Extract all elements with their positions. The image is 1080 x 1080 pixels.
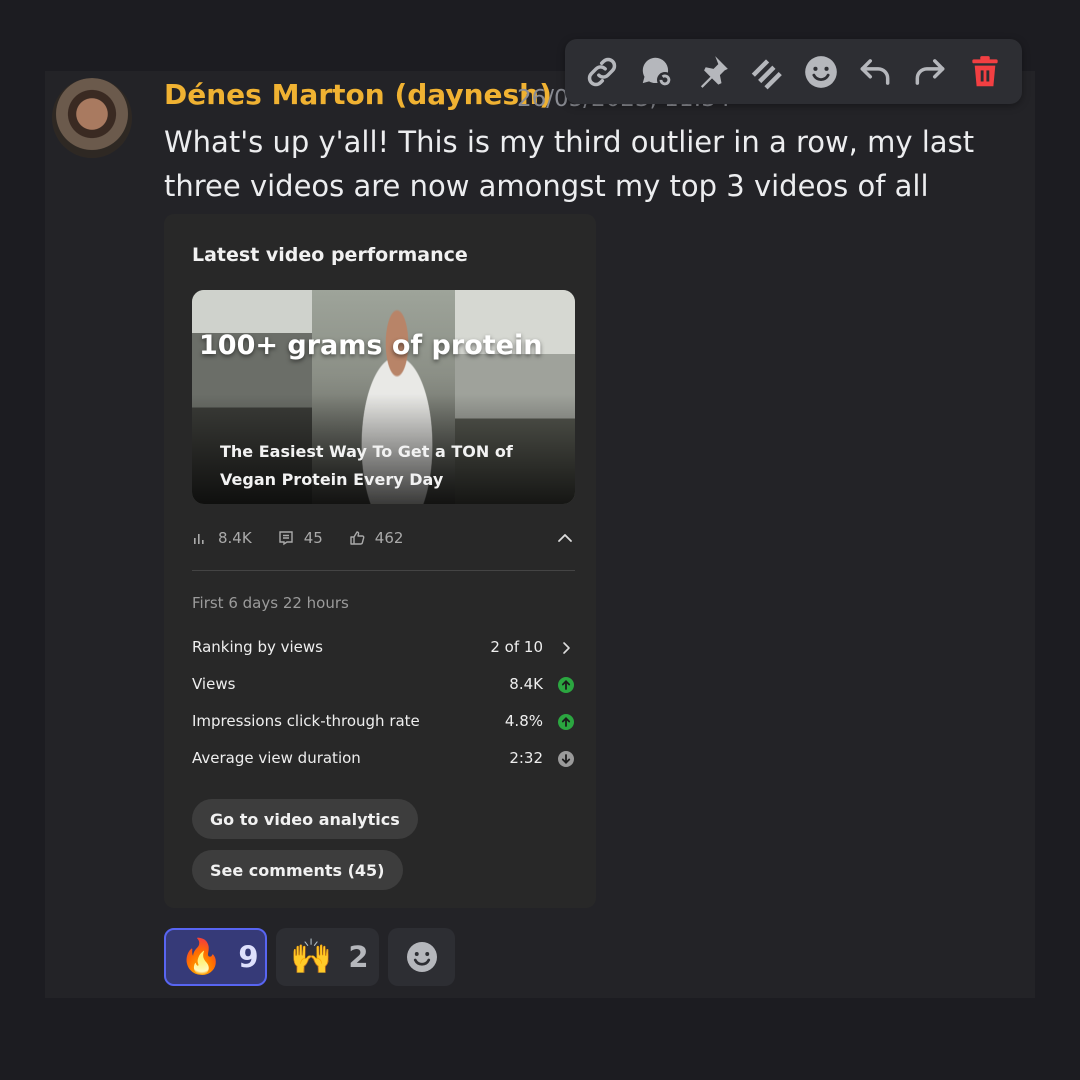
delete-icon[interactable]	[963, 50, 1007, 94]
thread-icon[interactable]	[635, 50, 679, 94]
smiley-icon	[406, 942, 437, 972]
go-to-analytics-button[interactable]: Go to video analytics	[192, 799, 418, 839]
bar-chart-icon	[194, 534, 204, 544]
raised-hands-emoji-icon: 🙌	[290, 937, 333, 977]
metric-views: Views 8.4K	[192, 673, 575, 697]
video-title: The Easiest Way To Get a TON of Vegan Pr…	[220, 442, 513, 489]
arrow-down-circle-icon	[558, 751, 574, 767]
period-label: First 6 days 22 hours	[192, 594, 349, 612]
metric-ranking[interactable]: Ranking by views 2 of 10	[192, 636, 575, 660]
views-count: 8.4K	[218, 529, 252, 547]
reply-icon[interactable]	[853, 50, 897, 94]
fire-emoji-icon: 🔥	[180, 937, 223, 977]
chevron-right-icon[interactable]	[557, 639, 575, 657]
metric-label: Average view duration	[192, 749, 361, 767]
comments-count: 45	[303, 529, 323, 547]
mark-unread-icon[interactable]	[744, 50, 788, 94]
chevron-up-icon[interactable]	[555, 528, 575, 548]
likes-stat: 462	[349, 529, 404, 547]
video-stats-row: 8.4K 45 462	[192, 526, 575, 550]
metric-label: Views	[192, 675, 236, 693]
arrow-up-circle-icon	[558, 714, 574, 730]
likes-count: 462	[374, 529, 404, 547]
arrow-up-circle-icon	[558, 677, 574, 693]
add-reaction-icon[interactable]	[799, 50, 843, 94]
reaction-count: 9	[238, 940, 259, 974]
thumbs-up-icon	[350, 531, 365, 545]
add-reaction-button[interactable]	[388, 928, 455, 986]
metric-value: 2 of 10	[490, 638, 543, 656]
avatar[interactable]	[52, 78, 132, 158]
forward-icon[interactable]	[908, 50, 952, 94]
see-comments-button[interactable]: See comments (45)	[192, 850, 403, 890]
comments-stat: 45	[278, 529, 323, 547]
reaction-fire[interactable]: 🔥 9	[164, 928, 267, 986]
metric-ctr: Impressions click-through rate 4.8%	[192, 710, 575, 734]
pin-icon[interactable]	[690, 50, 734, 94]
video-thumbnail[interactable]: 100+ grams of protein The Easiest Way To…	[192, 290, 575, 504]
reaction-count: 2	[348, 940, 369, 974]
author-name[interactable]: Dénes Marton (daynesh)	[164, 78, 552, 111]
views-stat: 8.4K	[192, 529, 252, 547]
reactions-bar: 🔥 9 🙌 2	[164, 928, 455, 986]
metric-value: 2:32	[509, 749, 543, 767]
message-actions-toolbar	[565, 39, 1022, 104]
link-icon[interactable]	[580, 50, 624, 94]
metric-label: Ranking by views	[192, 638, 323, 656]
metric-value: 4.8%	[504, 712, 543, 730]
metric-value: 8.4K	[509, 675, 543, 693]
metric-label: Impressions click-through rate	[192, 712, 420, 730]
comment-icon	[279, 531, 293, 546]
thumbnail-overlay-text: 100+ grams of protein	[199, 330, 543, 361]
reaction-raised-hands[interactable]: 🙌 2	[276, 928, 379, 986]
card-title: Latest video performance	[192, 244, 468, 266]
metric-avd: Average view duration 2:32	[192, 747, 575, 771]
video-performance-card: Latest video performance 100+ grams of p…	[164, 214, 596, 908]
divider	[192, 570, 575, 571]
